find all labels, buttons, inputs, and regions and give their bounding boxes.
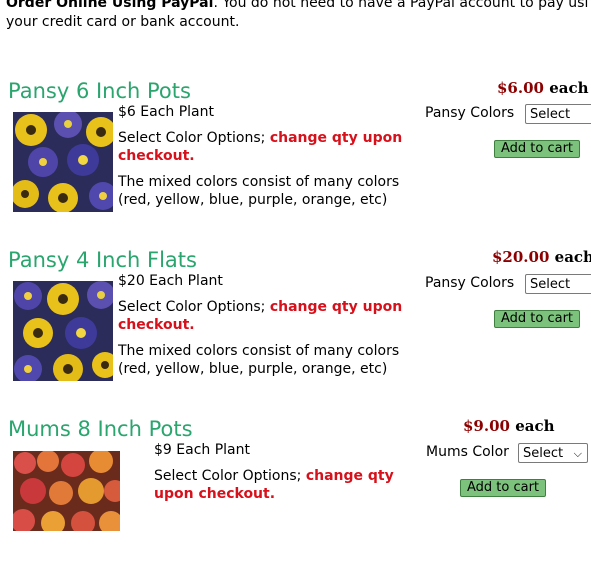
select-options-note: Select Color Options; change qty upon ch…: [154, 468, 394, 502]
color-select[interactable]: Select ⌵: [518, 443, 588, 463]
option-label: Mums Color: [426, 444, 509, 460]
product-pansy-6-inch: Pansy 6 Inch Pots $6 Each Plant Select C…: [0, 79, 591, 239]
option-label: Pansy Colors: [425, 105, 515, 121]
select-options-note: Select Color Options; change qty upon ch…: [118, 130, 403, 164]
product-pansy-4-inch-flats: Pansy 4 Inch Flats $20 Each Plant Select…: [0, 248, 591, 408]
option-label: Pansy Colors: [425, 275, 515, 291]
price-label: $9.00 each: [463, 417, 555, 435]
color-select[interactable]: Select: [525, 104, 591, 124]
intro-bold: Order Online Using PayPal: [6, 0, 214, 11]
each-plant-price: $9 Each Plant: [154, 442, 250, 458]
product-title: Pansy 4 Inch Flats: [8, 248, 197, 272]
intro-text: Order Online Using PayPal. You do not ne…: [6, 0, 591, 32]
product-title: Mums 8 Inch Pots: [8, 417, 193, 441]
each-plant-price: $20 Each Plant: [118, 273, 223, 289]
select-options-note: Select Color Options; change qty upon ch…: [118, 299, 403, 333]
color-select[interactable]: Select: [525, 274, 591, 294]
product-description: $9 Each Plant Select Color Options; chan…: [154, 441, 454, 511]
pansy-image: [13, 112, 113, 212]
price-label: $6.00 each: [497, 79, 589, 97]
mixed-colors-note: The mixed colors consist of many colors …: [118, 343, 400, 377]
product-description: $6 Each Plant Select Color Options; chan…: [118, 103, 418, 217]
product-mums-8-inch: Mums 8 Inch Pots $9 Each Plant Select Co…: [0, 417, 591, 577]
product-title: Pansy 6 Inch Pots: [8, 79, 191, 103]
add-to-cart-button[interactable]: Add to cart: [494, 310, 580, 328]
price-label: $20.00 each: [492, 248, 591, 266]
add-to-cart-button[interactable]: Add to cart: [494, 140, 580, 158]
intro-rest: . You do not need to have a PayPal accou…: [213, 0, 589, 11]
add-to-cart-button[interactable]: Add to cart: [460, 479, 546, 497]
each-plant-price: $6 Each Plant: [118, 104, 214, 120]
pansy-image: [13, 281, 113, 381]
intro-line2: your credit card or bank account.: [6, 14, 240, 30]
mums-image: [13, 451, 120, 531]
mixed-colors-note: The mixed colors consist of many colors …: [118, 174, 400, 208]
product-description: $20 Each Plant Select Color Options; cha…: [118, 272, 418, 386]
chevron-down-icon: ⌵: [573, 447, 582, 460]
